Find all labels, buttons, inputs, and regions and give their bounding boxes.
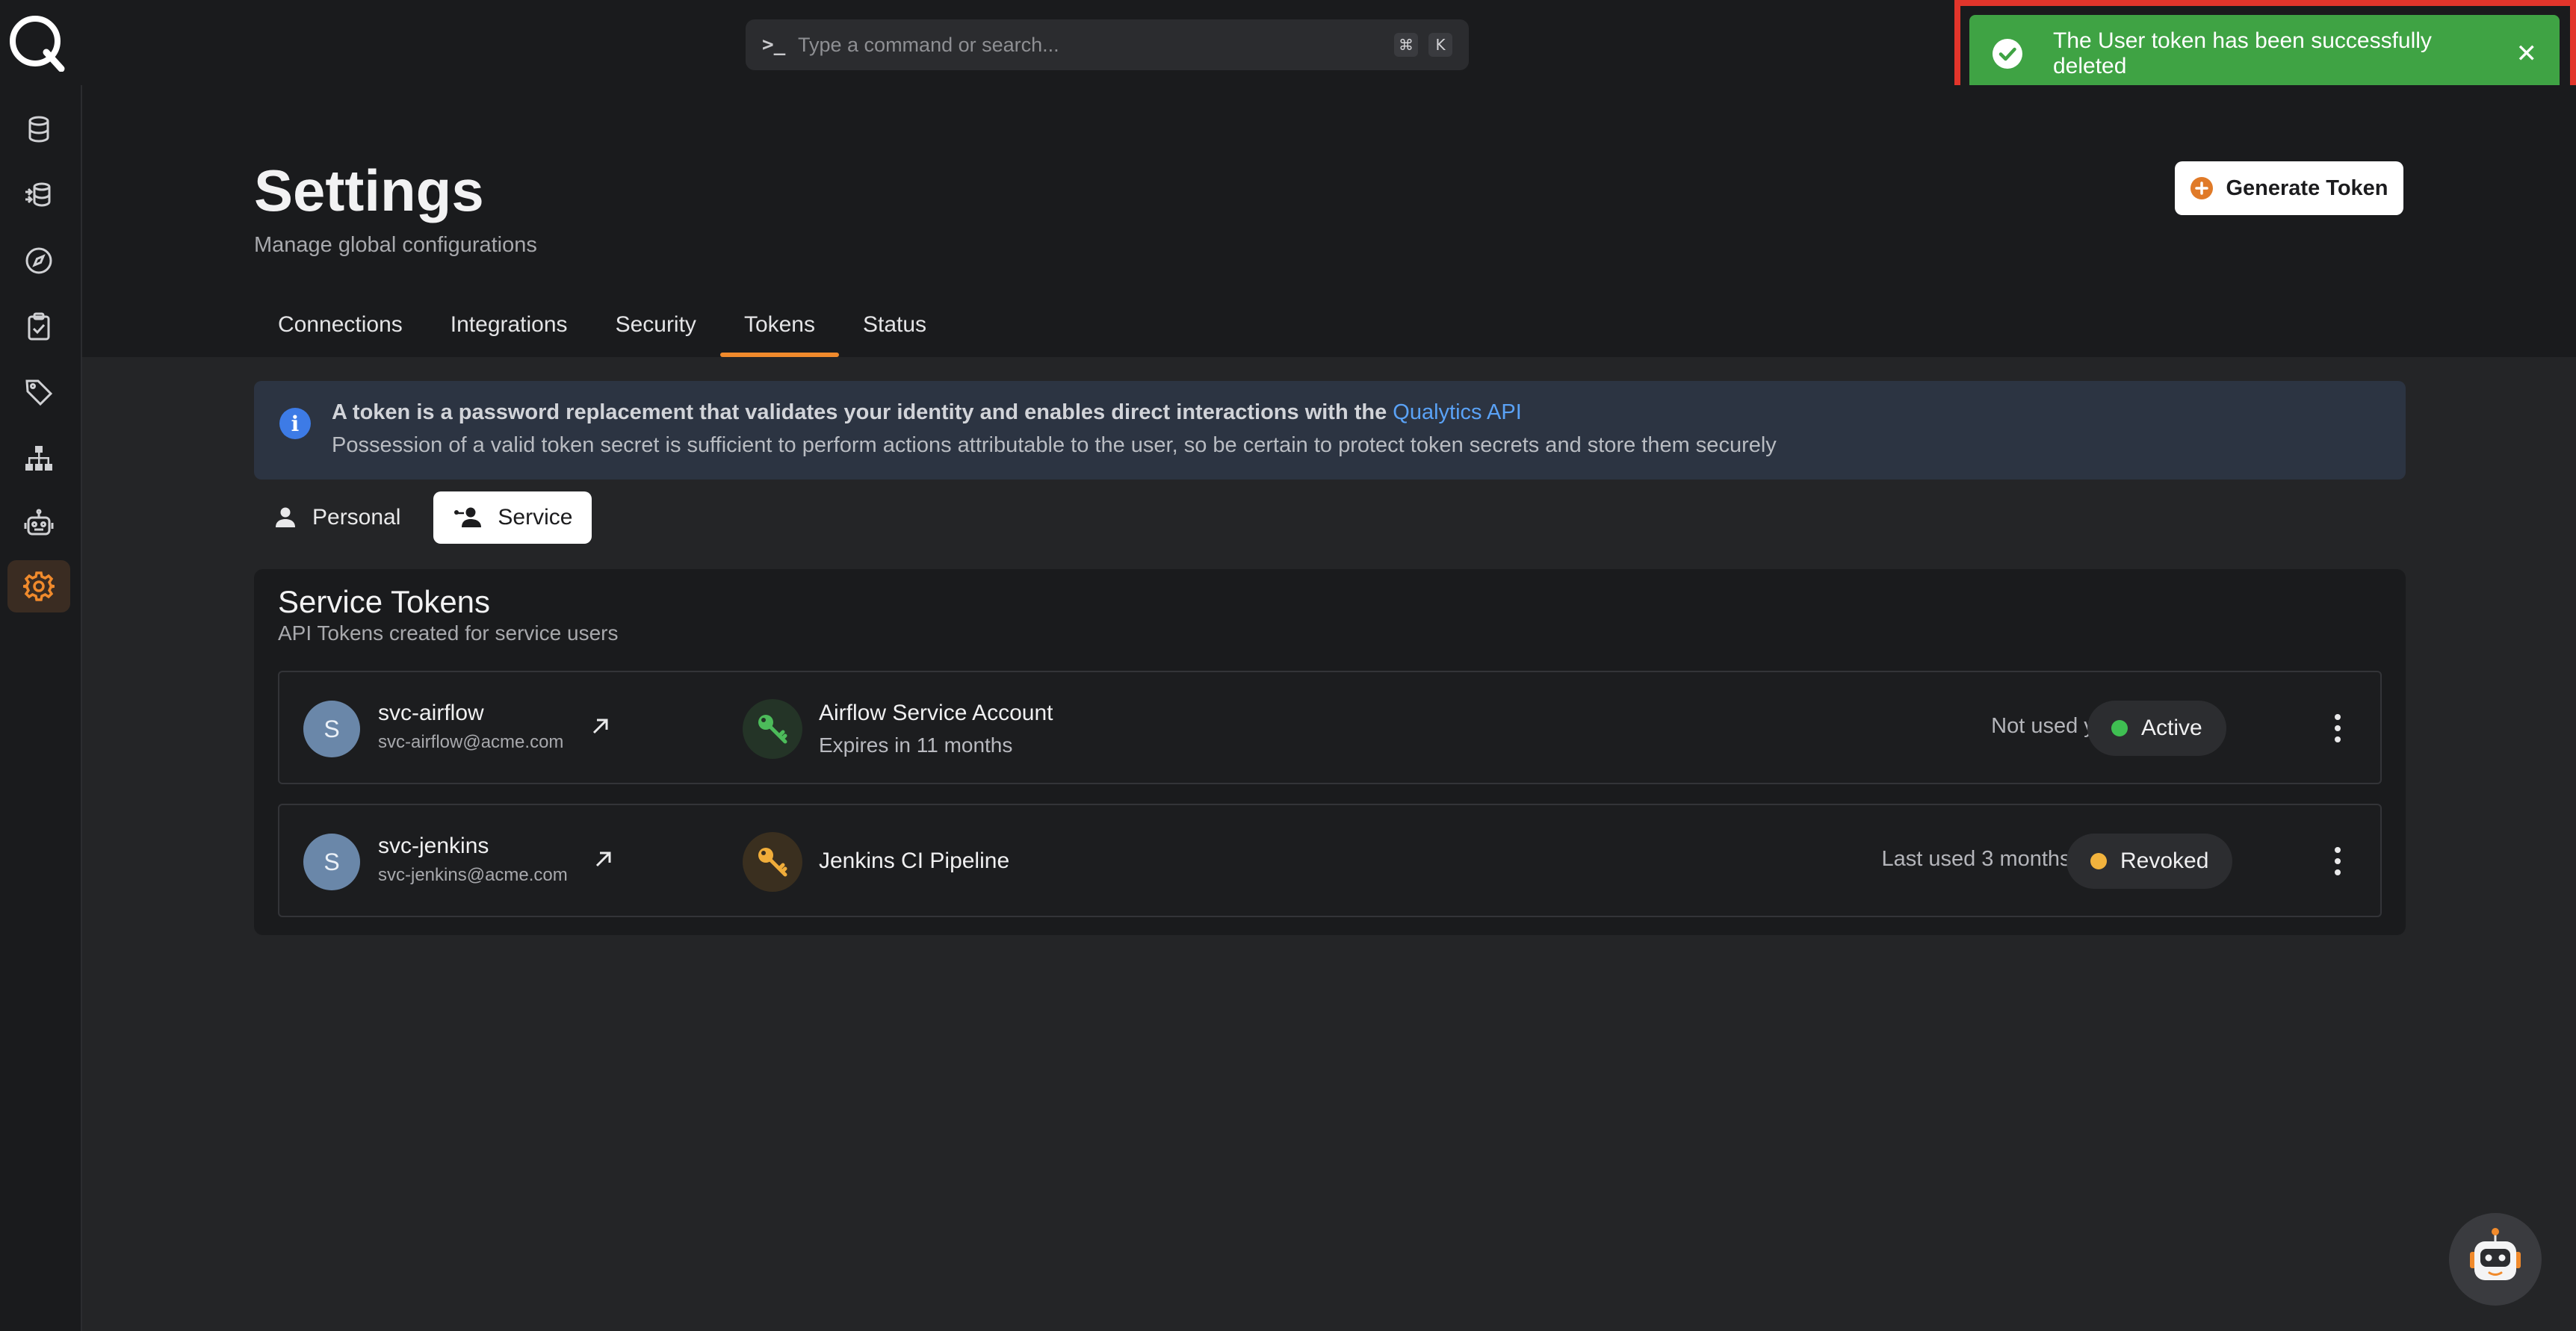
status-label: Revoked bbox=[2120, 848, 2209, 873]
compass-icon bbox=[25, 247, 52, 274]
shortcut-key-cmd: ⌘ bbox=[1394, 33, 1418, 57]
avatar: S bbox=[303, 701, 360, 757]
card-subtitle: API Tokens created for service users bbox=[278, 621, 619, 645]
robot-assistant-icon bbox=[2470, 1228, 2521, 1280]
tab-tokens[interactable]: Tokens bbox=[719, 302, 840, 357]
service-user-icon bbox=[454, 507, 482, 527]
command-search[interactable]: >_ Type a command or search... ⌘ K bbox=[746, 19, 1469, 70]
user-email: svc-jenkins@acme.com bbox=[378, 865, 568, 885]
command-search-placeholder: Type a command or search... bbox=[798, 33, 1059, 56]
tab-integrations[interactable]: Integrations bbox=[427, 302, 592, 357]
key-icon bbox=[758, 715, 787, 744]
service-toggle[interactable]: Service bbox=[433, 491, 592, 544]
person-icon bbox=[276, 507, 295, 527]
sidebar-item-lineage[interactable] bbox=[7, 432, 70, 484]
plus-circle-icon bbox=[2190, 177, 2214, 199]
assistant-bot-button[interactable] bbox=[2449, 1213, 2542, 1306]
page-title: Settings bbox=[254, 158, 484, 223]
clipboard-check-icon bbox=[28, 312, 50, 341]
sidebar-item-settings[interactable] bbox=[7, 560, 70, 612]
more-options-icon[interactable] bbox=[2326, 710, 2349, 747]
info-banner-detail: Possession of a valid token secret is su… bbox=[332, 433, 1777, 457]
shortcut-key-k: K bbox=[1428, 33, 1452, 57]
service-toggle-label: Service bbox=[498, 505, 573, 530]
info-banner-text: A token is a password replacement that v… bbox=[332, 400, 1393, 424]
avatar: S bbox=[303, 834, 360, 890]
info-icon: i bbox=[279, 408, 311, 439]
sidebar-item-explore[interactable] bbox=[7, 235, 70, 287]
status-label: Active bbox=[2141, 716, 2202, 740]
toast-message: The User token has been successfully del… bbox=[2053, 28, 2432, 78]
personal-toggle[interactable]: Personal bbox=[254, 491, 420, 544]
user-name: svc-jenkins bbox=[378, 834, 489, 858]
table-row: S svc-airflow svc-airflow@acme.com Airfl… bbox=[278, 671, 2382, 784]
token-info-banner: i A token is a password replacement that… bbox=[254, 381, 2406, 480]
user-name: svc-airflow bbox=[378, 701, 484, 725]
data-flow-icon bbox=[25, 182, 51, 207]
status-dot-active bbox=[2111, 720, 2128, 736]
hierarchy-icon bbox=[25, 446, 52, 471]
service-tokens-card: Service Tokens API Tokens created for se… bbox=[254, 569, 2406, 935]
qualytics-logo[interactable] bbox=[7, 13, 66, 72]
token-type-toggle: Personal Service bbox=[254, 491, 592, 544]
external-link-icon[interactable] bbox=[589, 844, 619, 874]
sidebar-item-agents[interactable] bbox=[7, 497, 70, 550]
close-icon[interactable]: ✕ bbox=[2516, 39, 2538, 69]
external-link-icon[interactable] bbox=[586, 711, 616, 741]
tab-connections[interactable]: Connections bbox=[254, 302, 427, 357]
status-dot-revoked bbox=[2090, 853, 2107, 869]
personal-toggle-label: Personal bbox=[312, 505, 401, 530]
card-title: Service Tokens bbox=[278, 584, 491, 619]
status-badge: Active bbox=[2087, 701, 2226, 756]
user-email: svc-airflow@acme.com bbox=[378, 732, 564, 752]
key-badge bbox=[743, 699, 802, 759]
table-row: S svc-jenkins svc-jenkins@acme.com Jenki… bbox=[278, 804, 2382, 917]
sidebar-item-checks[interactable] bbox=[7, 300, 70, 353]
token-expiry: Expires in 11 months bbox=[819, 733, 1013, 757]
sidebar-item-flows[interactable] bbox=[7, 169, 70, 221]
tab-status[interactable]: Status bbox=[839, 302, 950, 357]
robot-icon bbox=[24, 509, 54, 536]
status-badge: Revoked bbox=[2066, 834, 2233, 889]
token-name: Jenkins CI Pipeline bbox=[819, 848, 1010, 873]
generate-token-button[interactable]: Generate Token bbox=[2175, 161, 2403, 215]
sidebar-item-tags[interactable] bbox=[7, 366, 70, 418]
sidebar bbox=[0, 85, 82, 1331]
qualytics-api-link[interactable]: Qualytics API bbox=[1393, 400, 1521, 424]
more-options-icon[interactable] bbox=[2326, 843, 2349, 880]
info-banner-headline: A token is a password replacement that v… bbox=[332, 400, 1522, 425]
page-subtitle: Manage global configurations bbox=[254, 233, 537, 257]
key-icon bbox=[758, 848, 787, 877]
tag-icon bbox=[25, 379, 53, 406]
gear-icon bbox=[23, 571, 55, 601]
tab-security[interactable]: Security bbox=[592, 302, 720, 357]
token-name: Airflow Service Account bbox=[819, 701, 1053, 725]
settings-header: Settings Manage global configurations Ge… bbox=[82, 85, 2576, 357]
settings-tabs: Connections Integrations Security Tokens… bbox=[254, 302, 950, 357]
check-circle-icon bbox=[1993, 39, 2022, 69]
database-icon bbox=[28, 116, 49, 143]
success-toast: The User token has been successfully del… bbox=[1969, 15, 2560, 93]
terminal-icon: >_ bbox=[762, 34, 786, 56]
generate-token-label: Generate Token bbox=[2226, 176, 2388, 200]
key-badge bbox=[743, 832, 802, 892]
sidebar-item-datastores[interactable] bbox=[7, 103, 70, 155]
